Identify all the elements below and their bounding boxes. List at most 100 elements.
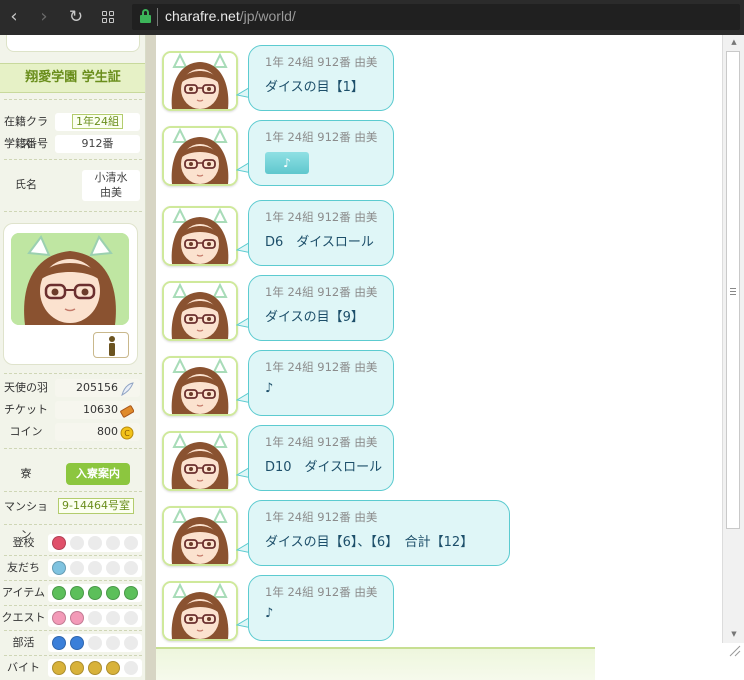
divider: [4, 524, 142, 525]
avatar-frame: [162, 281, 238, 341]
student-number-label: 学籍番号: [4, 137, 48, 150]
badge-empty-slot: [124, 611, 138, 625]
badge-empty-slot: [124, 536, 138, 550]
avatar-frame: [162, 356, 238, 416]
ticket-count: 10630: [83, 403, 118, 416]
message-sender: 1年 24組 912番 由美: [265, 510, 378, 524]
badge-label: バイト: [7, 661, 40, 674]
badge-slots[interactable]: [48, 609, 142, 627]
ticket-label: チケット: [4, 403, 48, 416]
sender-avatar[interactable]: [162, 202, 238, 266]
sidebar-edge: [146, 35, 156, 680]
student-number-row: 学籍番号 912番: [0, 133, 145, 155]
class-row: 在籍クラス 1年24組: [0, 111, 145, 150]
sender-avatar[interactable]: [162, 577, 238, 641]
scroll-down-arrow-icon[interactable]: ▼: [723, 627, 744, 641]
chat-message: 1年 24組 912番 由美 ♪: [162, 350, 722, 418]
angel-feather-value: 205156: [55, 379, 140, 397]
divider: [4, 99, 142, 100]
badge-label: 登校: [12, 536, 35, 549]
divider: [4, 605, 142, 606]
badge-row: 部活: [0, 632, 145, 654]
message-sender: 1年 24組 912番 由美: [265, 130, 378, 144]
resource-row: チケット 10630: [0, 400, 145, 420]
badge-slots[interactable]: [48, 634, 142, 652]
back-arrow-icon[interactable]: ‹: [3, 6, 25, 28]
reload-icon[interactable]: ↻: [65, 6, 87, 28]
scroll-up-arrow-icon[interactable]: ▲: [723, 35, 744, 49]
chat-log[interactable]: 1年 24組 912番 由美 ダイスの目【1】 1年 24組 912番 由美 ♪ 1年 …: [156, 35, 722, 643]
resource-row: 天使の羽 205156: [0, 378, 145, 398]
coin-icon: C: [120, 426, 134, 440]
class-value[interactable]: 1年24組: [55, 113, 140, 131]
url-text[interactable]: charafre.net/jp/world/: [165, 8, 296, 24]
class-value-text[interactable]: 1年24組: [72, 114, 123, 129]
badge-earned-icon: [70, 661, 84, 675]
person-icon: [109, 336, 115, 356]
sender-avatar[interactable]: [162, 122, 238, 186]
message-text: ダイスの目【1】: [265, 80, 364, 95]
badge-earned-icon: [88, 586, 102, 600]
name-value: 小清水 由美: [82, 170, 140, 201]
address-bar[interactable]: charafre.net/jp/world/: [132, 4, 740, 30]
badge-earned-icon: [52, 561, 66, 575]
resize-grip-icon[interactable]: [726, 643, 742, 657]
message-text: D10 ダイスロール: [265, 460, 383, 475]
chat-message: 1年 24組 912番 由美 ダイスの目【6】、【6】 合計【12】: [162, 500, 722, 568]
badge-empty-slot: [88, 536, 102, 550]
sender-avatar[interactable]: [162, 277, 238, 341]
forward-arrow-icon[interactable]: ›: [33, 6, 55, 28]
name-family: 小清水: [94, 171, 128, 184]
badge-empty-slot: [124, 636, 138, 650]
badge-label: 友だち: [7, 561, 40, 574]
sender-avatar[interactable]: [162, 427, 238, 491]
scrollbar-thumb[interactable]: [726, 51, 740, 529]
badge-slots[interactable]: [48, 559, 142, 577]
badge-label: アイテム: [2, 586, 45, 599]
badge-slots[interactable]: [48, 534, 142, 552]
chat-input-area[interactable]: [156, 647, 595, 680]
avatar-frame: [162, 506, 238, 566]
message-text: D6 ダイスロール: [265, 235, 374, 250]
divider: [4, 159, 142, 160]
chat-scrollbar[interactable]: ▲ ▼: [722, 35, 744, 643]
badge-row: バイト: [0, 657, 145, 679]
chat-message: 1年 24組 912番 由美 D10 ダイスロール: [162, 425, 722, 493]
avatar-frame: [162, 581, 238, 641]
name-row: 氏名 小清水 由美: [0, 167, 145, 203]
badge-earned-icon: [52, 636, 66, 650]
sender-avatar[interactable]: [162, 502, 238, 566]
sidebar-top-card: [6, 35, 140, 52]
character-portrait[interactable]: [11, 233, 129, 325]
badge-slots[interactable]: [48, 584, 142, 602]
badge-row: クエスト: [0, 607, 145, 629]
badge-empty-slot: [106, 611, 120, 625]
badge-earned-icon: [106, 661, 120, 675]
apps-grid-icon[interactable]: [98, 6, 120, 28]
mansion-label: マンション: [4, 500, 48, 541]
student-card-title: 翔愛学園 学生証: [0, 63, 145, 93]
badge-slots[interactable]: [48, 659, 142, 677]
chat-input-strip: [156, 643, 744, 680]
badge-empty-slot: [106, 561, 120, 575]
sender-avatar[interactable]: [162, 352, 238, 416]
ticket-icon: [120, 405, 134, 418]
full-body-button[interactable]: [93, 332, 129, 358]
dorm-guide-button[interactable]: 入寮案内: [66, 463, 130, 485]
music-play-button[interactable]: ♪: [265, 152, 309, 174]
badge-earned-icon: [52, 586, 66, 600]
message-bubble: 1年 24組 912番 由美 ダイスの目【6】、【6】 合計【12】: [248, 500, 510, 566]
divider: [4, 211, 142, 212]
url-host: charafre.net: [165, 8, 240, 24]
mansion-room-link[interactable]: 9-14464号室: [58, 498, 134, 514]
badge-empty-slot: [88, 561, 102, 575]
coin-count: 800: [97, 425, 118, 438]
badge-empty-slot: [88, 636, 102, 650]
badge-earned-icon: [70, 636, 84, 650]
divider: [4, 555, 142, 556]
sender-avatar[interactable]: [162, 47, 238, 111]
message-text: ダイスの目【9】: [265, 310, 364, 325]
message-bubble: 1年 24組 912番 由美 ♪: [248, 575, 394, 641]
badge-empty-slot: [106, 636, 120, 650]
badge-empty-slot: [106, 536, 120, 550]
